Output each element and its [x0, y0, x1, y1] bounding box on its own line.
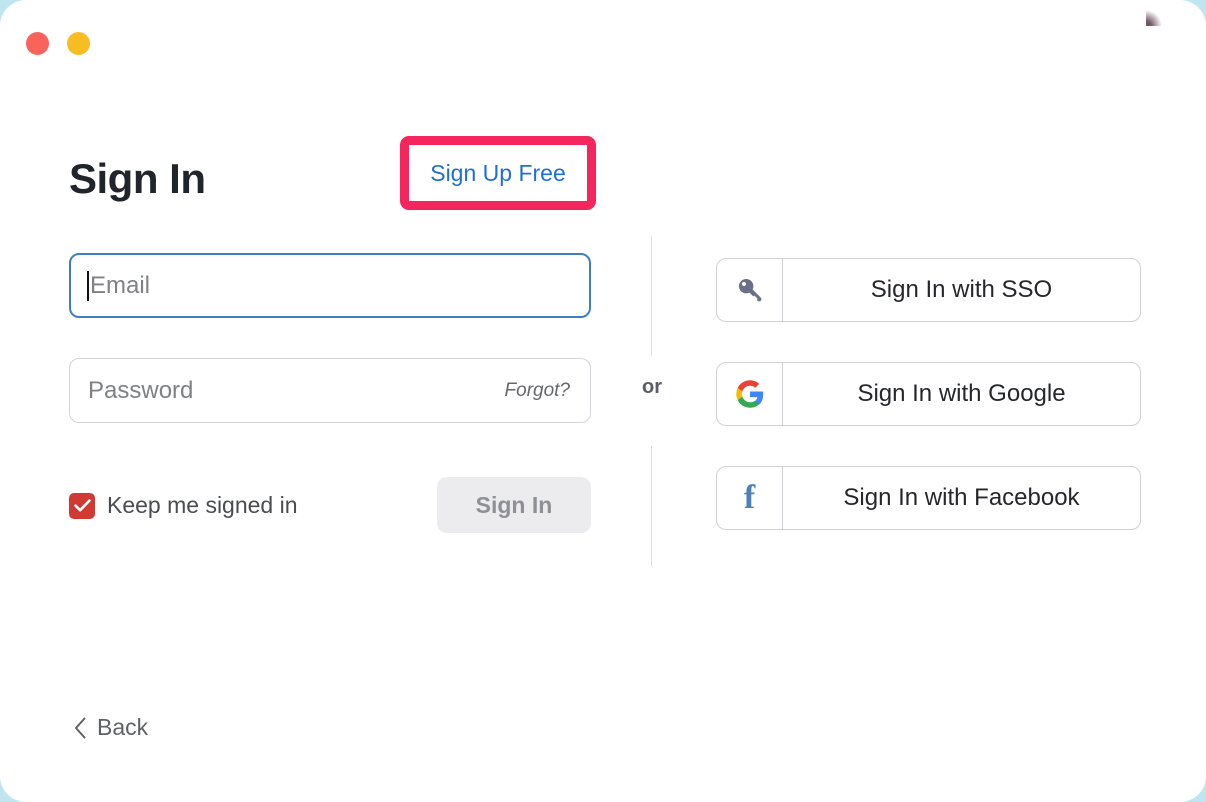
sign-in-with-facebook-button[interactable]: f Sign In with Facebook [716, 466, 1141, 530]
google-icon-cell [717, 363, 783, 425]
email-placeholder: Email [90, 271, 151, 299]
sign-in-with-google-button[interactable]: Sign In with Google [716, 362, 1141, 426]
sign-in-with-sso-button[interactable]: Sign In with SSO [716, 258, 1141, 322]
sign-in-submit-button[interactable]: Sign In [437, 477, 591, 533]
page-title: Sign In [69, 155, 206, 203]
signup-free-link[interactable]: Sign Up Free [409, 145, 587, 201]
password-field[interactable]: Password Forgot? [69, 358, 591, 423]
password-placeholder: Password [88, 376, 194, 404]
or-divider: or [629, 236, 675, 566]
facebook-button-label: Sign In with Facebook [843, 484, 1080, 511]
divider-line-top [651, 236, 652, 356]
google-button-label: Sign In with Google [857, 380, 1066, 407]
checkmark-icon [73, 499, 91, 512]
text-caret [87, 270, 89, 301]
key-icon [738, 279, 761, 302]
divider-line-bottom [651, 446, 652, 566]
facebook-icon-cell: f [717, 467, 783, 529]
keep-me-signed-in-row[interactable]: Keep me signed in [69, 492, 298, 519]
signup-free-highlight: Sign Up Free [400, 136, 596, 210]
back-label: Back [97, 714, 149, 740]
keep-me-signed-in-label: Keep me signed in [107, 492, 298, 518]
app-window: Sign In Sign Up Free Email Password Forg… [0, 0, 1206, 802]
sso-icon-cell [717, 259, 783, 321]
keep-me-signed-in-checkbox[interactable] [69, 492, 95, 519]
back-link[interactable]: Back [74, 714, 148, 741]
or-label: or [642, 376, 662, 398]
signin-page: Sign In Sign Up Free Email Password Forg… [0, 0, 1206, 802]
sso-button-label: Sign In with SSO [870, 276, 1053, 303]
chevron-left-icon [75, 717, 86, 738]
email-field[interactable]: Email [69, 253, 591, 318]
facebook-f-icon: f [743, 479, 756, 516]
forgot-password-link[interactable]: Forgot? [505, 380, 570, 402]
google-g-icon [735, 380, 763, 408]
